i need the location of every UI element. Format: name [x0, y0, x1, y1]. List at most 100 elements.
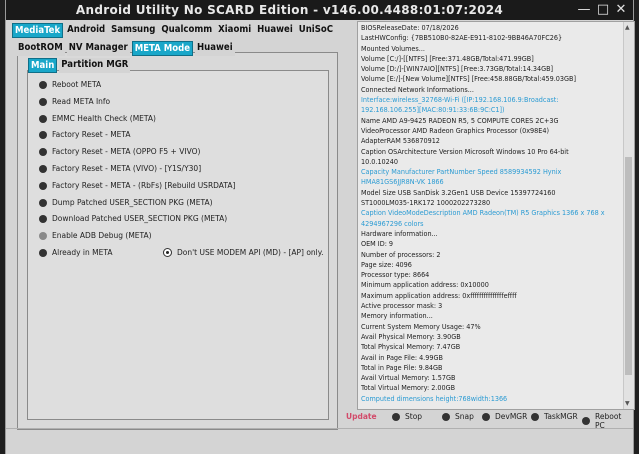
scroll-down-icon[interactable]: ▼	[625, 400, 630, 407]
log-line: AdapterRAM 536870912	[361, 136, 440, 146]
tab-android[interactable]: Android	[65, 23, 108, 38]
scroll-thumb[interactable]	[625, 157, 632, 375]
option-label: Factory Reset - META	[52, 130, 131, 139]
log-line: Processor type: 8664	[361, 270, 430, 280]
innertab-main[interactable]: Main	[28, 58, 58, 73]
option-10[interactable]: Enable ADB Debug (META)	[39, 231, 152, 240]
option-bullet-icon	[39, 198, 47, 207]
log-line: Avail in Page File: 4.99GB	[361, 352, 443, 362]
bottom-divider	[6, 428, 633, 429]
option-label: Read META Info	[52, 97, 111, 106]
button-dot-icon	[482, 412, 490, 421]
option-5[interactable]: Factory Reset - META (OPPO F5 + VIVO)	[39, 147, 200, 156]
button-dot-icon	[442, 412, 450, 421]
maximize-icon[interactable]: □	[594, 1, 612, 19]
log-line: VideoProcessor AMD Radeon Graphics Proce…	[361, 125, 549, 135]
option-label: Factory Reset - META (VIVO) - [Y1S/Y30]	[52, 164, 202, 173]
log-line: Avail Virtual Memory: 1.57GB	[361, 373, 456, 383]
option-2[interactable]: Read META Info	[39, 97, 110, 106]
log-line: 192.168.106.255][MAC:80:91:33:6B:9C:C1])	[361, 105, 505, 115]
log-line: Maximum application address: 0xfffffffff…	[361, 290, 517, 300]
option-label: Download Patched USER_SECTION PKG (META)	[52, 214, 228, 223]
log-line: Connected Network Informations...	[361, 84, 474, 94]
log-line: Computed dimensions height:768width:1366	[361, 393, 508, 403]
log-line: Memory information...	[361, 311, 433, 321]
log-output[interactable]: BIOSReleaseDate: 07/18/2026 LastHWConfig:…	[357, 21, 635, 410]
option-label: Enable ADB Debug (META)	[52, 231, 152, 240]
update-link[interactable]: Update	[346, 412, 377, 421]
sub-tab-bar: BootROM NV Manager META Mode Huawei	[16, 41, 235, 56]
option-9[interactable]: Download Patched USER_SECTION PKG (META)	[39, 214, 227, 223]
tab-unisoc[interactable]: UniSoC	[296, 23, 336, 38]
tab-samsung[interactable]: Samsung	[109, 23, 158, 38]
tab-mediatek[interactable]: MediaTek	[12, 23, 64, 38]
option-bullet-icon	[39, 231, 47, 240]
radio-icon[interactable]	[163, 248, 172, 257]
option-11[interactable]: Already in META	[39, 248, 113, 257]
option-label: Factory Reset - META (OPPO F5 + VIVO)	[52, 147, 201, 156]
option-bullet-icon	[39, 164, 47, 173]
snap-button[interactable]: Snap	[442, 412, 474, 421]
option-label: EMMC Health Check (META)	[52, 114, 156, 123]
log-line: Volume [C:/]-[[NTFS] [Free:371.48GB/Tota…	[361, 53, 534, 63]
log-line: Caption VideoModeDescription AMD Radeon(…	[361, 208, 605, 218]
log-line: Hardware information...	[361, 228, 438, 238]
bottom-bar: Update Stop Snap DevMGR TaskMGR Reboot PC	[6, 412, 633, 430]
button-label: TaskMGR	[544, 412, 578, 421]
log-line: Number of processors: 2	[361, 249, 441, 259]
button-label: Snap	[455, 412, 474, 421]
log-line: Interface:wireless_32768-Wi-Fi ([IP:192.…	[361, 95, 559, 105]
log-line: BIOSReleaseDate: 07/18/2026	[361, 23, 459, 32]
button-label: Stop	[405, 412, 423, 421]
log-line: Minimum application address: 0x10000	[361, 280, 489, 290]
option-4[interactable]: Factory Reset - META	[39, 130, 131, 139]
option-1[interactable]: Reboot META	[39, 80, 101, 89]
option-bullet-icon	[39, 181, 47, 190]
tab-xiaomi[interactable]: Xiaomi	[216, 23, 254, 38]
option-bullet-icon	[39, 80, 47, 89]
option-3[interactable]: EMMC Health Check (META)	[39, 114, 156, 123]
button-dot-icon	[531, 412, 539, 421]
stop-button[interactable]: Stop	[392, 412, 422, 421]
inner-tab-bar: Main Partition MGR	[28, 58, 131, 73]
option-bullet-icon	[39, 248, 47, 257]
close-icon[interactable]: ✕	[612, 1, 630, 19]
innertab-partition-mgr[interactable]: Partition MGR	[59, 58, 131, 73]
log-line: 4294967296 colors	[361, 218, 424, 228]
log-line: HMA81GS6JJR8N-VK 1866	[361, 177, 444, 187]
option-label: Factory Reset - META - (RbFs) [Rebuild U…	[52, 181, 236, 190]
log-line: Avail Physical Memory: 3.90GB	[361, 331, 461, 341]
log-line: Caption OSArchitecture Version Microsoft…	[361, 146, 569, 156]
option-7[interactable]: Factory Reset - META - (RbFs) [Rebuild U…	[39, 181, 235, 190]
log-line: Mounted Volumes...	[361, 43, 425, 53]
devmgr-button[interactable]: DevMGR	[482, 412, 527, 421]
option-8[interactable]: Dump Patched USER_SECTION PKG (META)	[39, 198, 213, 207]
option-bullet-icon	[39, 147, 47, 156]
app-window: Android Utility No SCARD Edition - v146.…	[6, 0, 635, 454]
option-label: Dump Patched USER_SECTION PKG (META)	[52, 198, 213, 207]
log-line: Page size: 4096	[361, 259, 412, 269]
subtab-huawei[interactable]: Huawei	[195, 41, 235, 56]
log-line: Model Size USB SanDisk 3.2Gen1 USB Devic…	[361, 187, 556, 197]
log-line: Total in Page File: 9.84GB	[361, 362, 443, 372]
option-6[interactable]: Factory Reset - META (VIVO) - [Y1S/Y30]	[39, 164, 201, 173]
log-line: OEM ID: 9	[361, 239, 394, 249]
subtab-bootrom[interactable]: BootROM	[16, 41, 65, 56]
log-line: Current System Memory Usage: 47%	[361, 321, 481, 331]
log-line: LastHWConfig: {7BB510B0-82AE-E911-8102-9…	[361, 33, 563, 43]
option-bullet-icon	[39, 214, 47, 223]
subtab-nv-manager[interactable]: NV Manager	[66, 41, 130, 56]
window-title: Android Utility No SCARD Edition - v146.…	[75, 3, 504, 17]
tab-huawei[interactable]: Huawei	[255, 23, 295, 38]
log-line: Active processor mask: 3	[361, 301, 443, 311]
log-line: Total Virtual Memory: 2.00GB	[361, 383, 456, 393]
scroll-up-icon[interactable]: ▲	[625, 24, 630, 31]
option-bullet-icon	[39, 114, 47, 123]
minimize-icon[interactable]: —	[575, 1, 593, 19]
tab-qualcomm[interactable]: Qualcomm	[159, 23, 215, 38]
subtab-meta-mode[interactable]: META Mode	[131, 41, 194, 56]
taskmgr-button[interactable]: TaskMGR	[531, 412, 578, 421]
title-bar: Android Utility No SCARD Edition - v146.…	[6, 0, 633, 20]
modem-api-radio[interactable]: Don't USE MODEM API (MD) - [AP] only.	[163, 248, 324, 257]
log-scrollbar[interactable]: ▲ ▼	[623, 22, 634, 409]
